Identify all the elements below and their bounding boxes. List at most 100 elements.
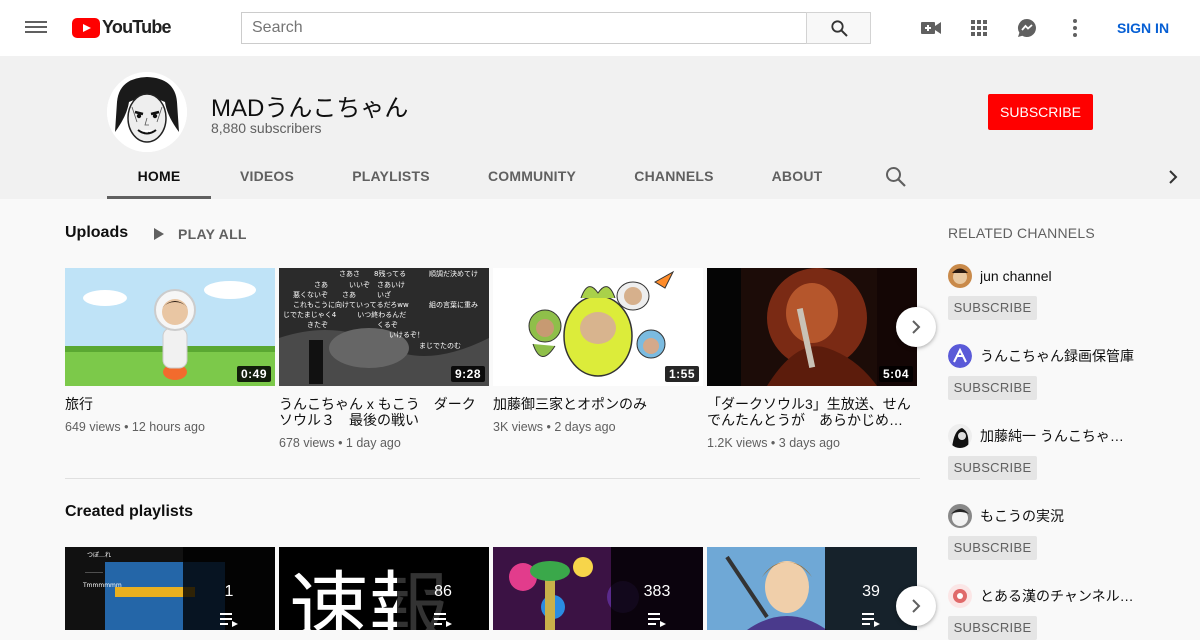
related-channel-link[interactable]: jun channel [948, 264, 1148, 288]
chevron-right-icon[interactable] [1164, 168, 1182, 186]
upload-age: 2 days ago [554, 420, 616, 434]
uploads-next-button[interactable] [896, 307, 936, 347]
uploads-heading[interactable]: Uploads [65, 224, 128, 242]
related-channel: うんこちゃん録画保管庫 SUBSCRIBE [948, 344, 1148, 400]
chevron-right-icon [912, 599, 921, 613]
svg-text:悪くないぞ さあ いざ: 悪くないぞ さあ いざ [293, 290, 391, 299]
related-subscribe-button[interactable]: SUBSCRIBE [948, 456, 1037, 480]
channel-avatar[interactable] [107, 72, 187, 152]
video-camera-add-icon[interactable] [919, 16, 943, 40]
channel-avatar-icon [948, 584, 972, 608]
video-title[interactable]: 「ダークソウル3」生放送、せんでんたんとうが あらかじめ… [707, 396, 917, 428]
youtube-logo[interactable]: YouTube [72, 17, 172, 38]
playlists-heading[interactable]: Created playlists [65, 503, 193, 521]
related-subscribe-button[interactable]: SUBSCRIBE [948, 536, 1037, 560]
tab-channels[interactable]: CHANNELS [631, 157, 717, 199]
subscribe-button[interactable]: SUBSCRIBE [988, 94, 1093, 130]
related-subscribe-button[interactable]: SUBSCRIBE [948, 616, 1037, 640]
masthead: YouTube SIGN IN [0, 0, 1200, 56]
logo-text: YouTube [102, 17, 172, 37]
video-card[interactable]: 1:55 加藤御三家とオポンのみ 3K views • 2 days ago [493, 268, 703, 434]
playlist-count: 86 [434, 583, 452, 600]
related-subscribe-button[interactable]: SUBSCRIBE [948, 376, 1037, 400]
related-channel-link[interactable]: 加藤純一 うんこちゃん雑談 [948, 424, 1148, 448]
video-card[interactable]: 0:49 旅行 649 views • 12 hours ago [65, 268, 275, 434]
related-channel-name: うんこちゃん録画保管庫 [980, 348, 1134, 364]
svg-text:まじでたのむ: まじでたのむ [419, 342, 461, 350]
playlist-icon [648, 613, 666, 627]
sign-in-button[interactable]: SIGN IN [1106, 16, 1180, 40]
related-channel-link[interactable]: うんこちゃん録画保管庫 [948, 344, 1148, 368]
upload-age: 12 hours ago [131, 420, 205, 434]
video-meta: 649 views • 12 hours ago [65, 420, 205, 434]
related-channel: とある漢のチャンネル加藤 SUBSCRIBE [948, 584, 1148, 640]
related-channel-link[interactable]: もこうの実況 [948, 504, 1148, 528]
tab-community[interactable]: COMMUNITY [480, 157, 584, 199]
subscriber-count: 8,880 subscribers [211, 120, 322, 136]
upload-age: 3 days ago [778, 436, 840, 450]
channel-header: MADうんこちゃん 8,880 subscribers SUBSCRIBE HO… [0, 56, 1200, 199]
playlist-count: 1 [224, 583, 234, 600]
svg-text:さあさ 8残ってる: さあさ 8残ってる [339, 269, 406, 278]
manga-face-avatar-icon [107, 72, 187, 152]
playlist-icon [434, 613, 452, 627]
video-title[interactable]: 加藤御三家とオポンのみ [493, 396, 703, 412]
related-channel-name: もこうの実況 [980, 508, 1064, 524]
video-thumbnail[interactable]: さあさ 8残ってる 順調だ決めてけ さあ いいぞ さあいけ 悪くないぞ さあ いざ… [279, 268, 489, 386]
video-meta: 678 views • 1 day ago [279, 436, 401, 450]
svg-text:つぽ…れ: つぽ…れ [87, 551, 111, 559]
playlists-next-button[interactable] [896, 586, 936, 626]
video-duration: 1:55 [664, 366, 699, 382]
channel-search-icon[interactable] [885, 166, 907, 188]
search-icon [831, 20, 848, 37]
play-icon [154, 228, 164, 240]
channel-avatar-icon [948, 504, 972, 528]
related-channel-name: 加藤純一 うんこちゃん雑談 [980, 428, 1135, 444]
related-channels-heading: RELATED CHANNELS [948, 225, 1095, 241]
playlist-card[interactable]: 39 [707, 547, 917, 630]
tab-videos[interactable]: VIDEOS [234, 157, 300, 199]
related-channel-name: jun channel [980, 268, 1052, 284]
svg-text:じでたまじゃく4 いつ終わるんだ: じでたまじゃく4 いつ終わるんだ [283, 310, 406, 319]
playlist-card[interactable]: 速報 86 [279, 547, 489, 630]
playlist-card[interactable]: 383 [493, 547, 703, 630]
related-channel-link[interactable]: とある漢のチャンネル加藤 [948, 584, 1148, 608]
apps-grid-icon[interactable] [967, 16, 991, 40]
tab-playlists[interactable]: PLAYLISTS [347, 157, 435, 199]
tab-about[interactable]: ABOUT [766, 157, 828, 199]
channel-avatar-icon [948, 344, 972, 368]
upload-age: 1 day ago [345, 436, 401, 450]
view-count: 3K views [493, 420, 544, 434]
video-duration: 0:49 [236, 366, 271, 382]
video-thumbnail[interactable]: 1:55 [493, 268, 703, 386]
channel-avatar-icon [948, 424, 972, 448]
video-card[interactable]: さあさ 8残ってる 順調だ決めてけ さあ いいぞ さあいけ 悪くないぞ さあ いざ… [279, 268, 489, 450]
chevron-right-icon [912, 320, 921, 334]
video-card[interactable]: 5:04 「ダークソウル3」生放送、せんでんたんとうが あらかじめ… 1.2K … [707, 268, 917, 450]
video-title[interactable]: うんこちゃん x もこう ダークソウル３ 最後の戦い [279, 396, 489, 428]
play-all-button[interactable]: PLAY ALL [152, 224, 247, 244]
search-input[interactable] [241, 12, 807, 44]
channel-name: MADうんこちゃん [211, 95, 409, 122]
svg-text:順調だ決めてけ: 順調だ決めてけ [429, 269, 478, 278]
svg-text:………: ……… [85, 568, 103, 575]
svg-text:これもこうに向けていってるだろww: これもこうに向けていってるだろww [293, 300, 409, 309]
search-button[interactable] [806, 12, 871, 44]
more-vert-icon[interactable] [1063, 16, 1087, 40]
playlist-icon [862, 613, 880, 627]
related-channel: jun channel SUBSCRIBE [948, 264, 1148, 320]
svg-text:いけるぞ！: いけるぞ！ [389, 331, 424, 339]
menu-icon[interactable] [24, 18, 48, 38]
related-subscribe-button[interactable]: SUBSCRIBE [948, 296, 1037, 320]
video-title[interactable]: 旅行 [65, 396, 275, 412]
playlist-icon [220, 613, 238, 627]
video-thumbnail[interactable]: 5:04 [707, 268, 917, 386]
playlist-card[interactable]: つぽ…れ ……… Tmmmmmm 1 [65, 547, 275, 630]
youtube-play-logo-icon [72, 17, 100, 38]
video-thumbnail[interactable]: 0:49 [65, 268, 275, 386]
tab-home[interactable]: HOME [107, 157, 211, 199]
view-count: 1.2K views [707, 436, 768, 450]
messages-icon[interactable] [1015, 16, 1039, 40]
view-count: 649 views [65, 420, 121, 434]
video-meta: 1.2K views • 3 days ago [707, 436, 840, 450]
